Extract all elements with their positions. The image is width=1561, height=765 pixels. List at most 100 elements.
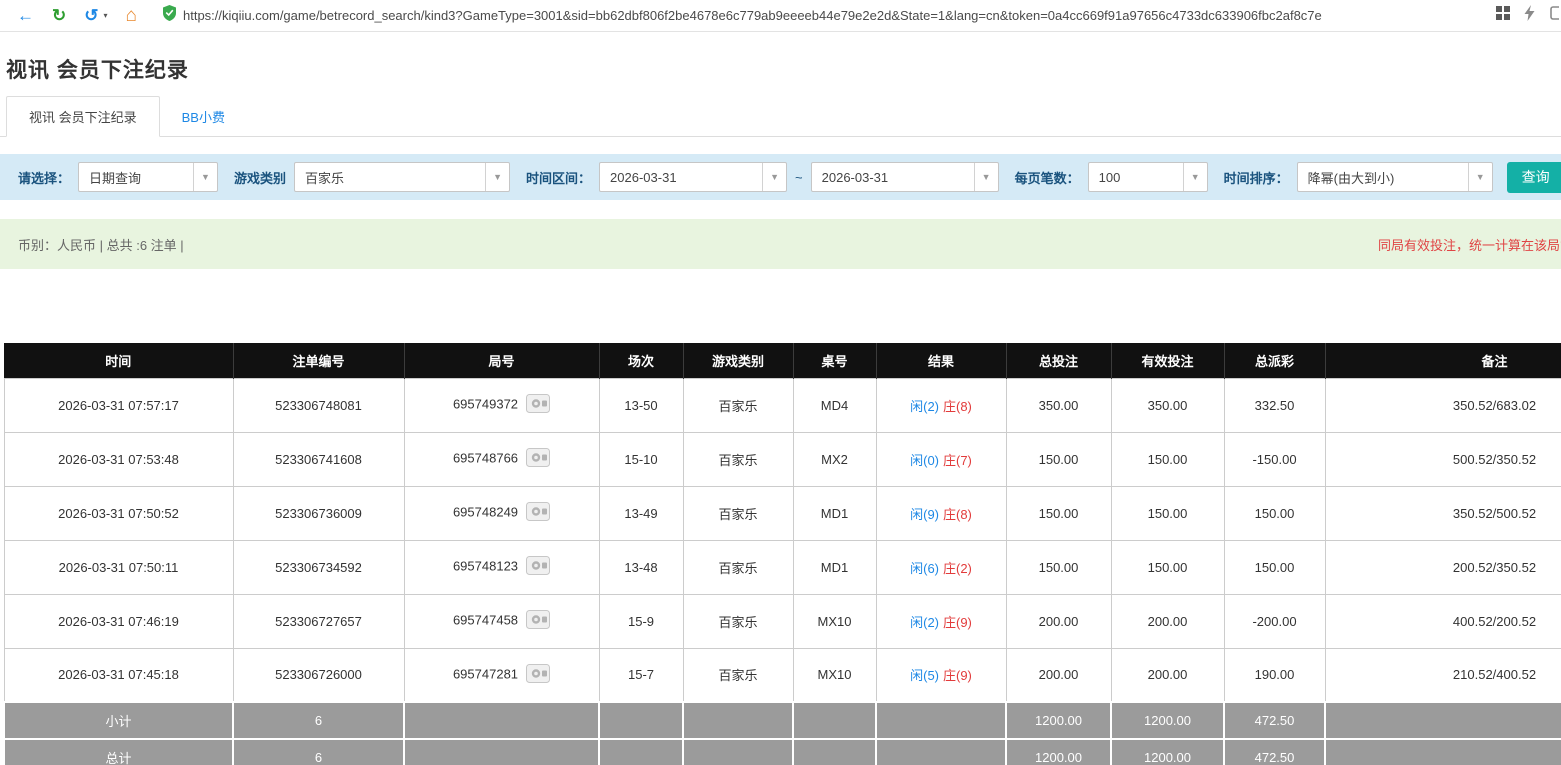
header-table-no: 桌号 [793,343,876,378]
total-count: 6 [233,739,404,765]
page-size-select[interactable]: 100 ▼ [1088,162,1208,192]
address-bar[interactable]: https://kiqiiu.com/game/betrecord_search… [149,5,1482,26]
page-size-label: 每页笔数： [1015,168,1080,187]
subtotal-label: 小计 [4,702,233,739]
total-valid-bet: 1200.00 [1111,739,1224,765]
cell-result: 闲(2)庄(9) [876,594,1006,648]
chevron-down-icon[interactable]: ▼ [485,163,509,191]
cell-game-type: 百家乐 [683,486,793,540]
replay-video-icon[interactable] [526,610,550,632]
banker-result: 庄(8) [943,507,972,522]
home-icon[interactable]: ⌂ [116,6,145,25]
replay-video-icon[interactable] [526,448,550,470]
banker-result: 庄(2) [943,561,972,576]
chevron-down-icon[interactable]: ▼ [762,163,786,191]
undo-icon[interactable]: ↺ [77,7,99,24]
cell-payout: 190.00 [1224,648,1325,702]
tab-bet-records[interactable]: 视讯 会员下注纪录 [6,96,160,137]
date-range-label: 时间区间： [526,168,591,187]
chevron-down-icon[interactable]: ▼ [1468,163,1492,191]
refresh-icon[interactable]: ↻ [45,7,73,24]
cell-total-bet[interactable]: 150.00 [1006,432,1111,486]
cell-remark: 200.52/350.52 [1325,540,1561,594]
round-number: 695749372 [453,396,518,411]
sort-order-select[interactable]: 降幂(由大到小) ▼ [1297,162,1493,192]
cell-total-bet[interactable]: 150.00 [1006,486,1111,540]
total-row: 总计 6 1200.00 1200.00 472.50 [4,739,1561,765]
cell-table-no: MX10 [793,648,876,702]
replay-video-icon[interactable] [526,502,550,524]
chevron-down-icon[interactable]: ▼ [1183,163,1207,191]
cell-round: 695748249 [404,486,599,540]
undo-dropdown-icon[interactable]: ▾ [104,11,112,20]
player-result: 闲(9) [910,507,939,522]
cell-total-bet[interactable]: 350.00 [1006,378,1111,432]
flash-icon[interactable] [1524,5,1535,26]
table-row: 2026-03-31 07:50:11 523306734592 6957481… [4,540,1561,594]
header-bet-id: 注单编号 [233,343,404,378]
subtotal-total-bet: 1200.00 [1006,702,1111,739]
page-size-value: 100 [1089,170,1183,185]
grid-icon[interactable] [1496,6,1510,25]
cell-bet-id: 523306736009 [233,486,404,540]
date-from-value: 2026-03-31 [600,170,762,185]
cell-total-bet[interactable]: 200.00 [1006,648,1111,702]
table-row: 2026-03-31 07:57:17 523306748081 6957493… [4,378,1561,432]
cell-game-type: 百家乐 [683,378,793,432]
cell-bet-id: 523306741608 [233,432,404,486]
player-result: 闲(6) [910,561,939,576]
cell-table-no: MX10 [793,594,876,648]
cell-total-bet[interactable]: 200.00 [1006,594,1111,648]
sort-order-value: 降幂(由大到小) [1298,168,1468,187]
tab-bb-tip[interactable]: BB小费 [160,97,247,136]
table-row: 2026-03-31 07:53:48 523306741608 6957487… [4,432,1561,486]
cell-table-no: MD1 [793,540,876,594]
cell-round: 695749372 [404,378,599,432]
game-type-select[interactable]: 百家乐 ▼ [294,162,510,192]
header-valid-bet: 有效投注 [1111,343,1224,378]
cell-table-no: MD4 [793,378,876,432]
player-result: 闲(2) [910,399,939,414]
player-result: 闲(2) [910,615,939,630]
total-payout: 472.50 [1224,739,1325,765]
bet-records-table-wrap: 时间 注单编号 局号 场次 游戏类别 桌号 结果 总投注 有效投注 总派彩 备注… [0,343,1561,765]
chevron-down-icon[interactable]: ▼ [193,163,217,191]
query-type-select[interactable]: 日期查询 ▼ [78,162,218,192]
back-icon[interactable]: ← [10,7,41,24]
header-remark: 备注 [1325,343,1561,378]
round-number: 695747458 [453,612,518,627]
cell-round: 695748766 [404,432,599,486]
cell-time: 2026-03-31 07:50:11 [4,540,233,594]
date-from-input[interactable]: 2026-03-31 ▼ [599,162,787,192]
cell-round: 695747458 [404,594,599,648]
cell-bet-id: 523306726000 [233,648,404,702]
query-type-label: 请选择： [18,168,70,187]
cell-time: 2026-03-31 07:45:18 [4,648,233,702]
subtotal-count: 6 [233,702,404,739]
cell-bet-id: 523306734592 [233,540,404,594]
header-total-bet: 总投注 [1006,343,1111,378]
cell-game-type: 百家乐 [683,648,793,702]
cell-valid-bet: 200.00 [1111,648,1224,702]
replay-video-icon[interactable] [526,664,550,686]
round-number: 695748123 [453,558,518,573]
browser-toolbar: ← ↻ ↺ ▾ ⌂ https://kiqiiu.com/game/betrec… [0,0,1561,32]
chevron-down-icon[interactable]: ▼ [974,163,998,191]
cell-table-no: MD1 [793,486,876,540]
cell-session: 15-10 [599,432,683,486]
header-payout: 总派彩 [1224,343,1325,378]
search-button[interactable]: 查询 [1507,162,1561,193]
replay-video-icon[interactable] [526,394,550,416]
date-to-input[interactable]: 2026-03-31 ▼ [811,162,999,192]
sort-order-label: 时间排序： [1224,168,1289,187]
cell-session: 13-50 [599,378,683,432]
replay-video-icon[interactable] [526,556,550,578]
banker-result: 庄(7) [943,453,972,468]
query-type-value: 日期查询 [79,168,193,187]
cell-total-bet[interactable]: 150.00 [1006,540,1111,594]
clipped-edge-icon[interactable] [1549,5,1559,26]
cell-round: 695748123 [404,540,599,594]
page-title: 视讯 会员下注纪录 [0,32,1561,84]
cell-time: 2026-03-31 07:53:48 [4,432,233,486]
game-type-label: 游戏类别 [234,168,286,187]
